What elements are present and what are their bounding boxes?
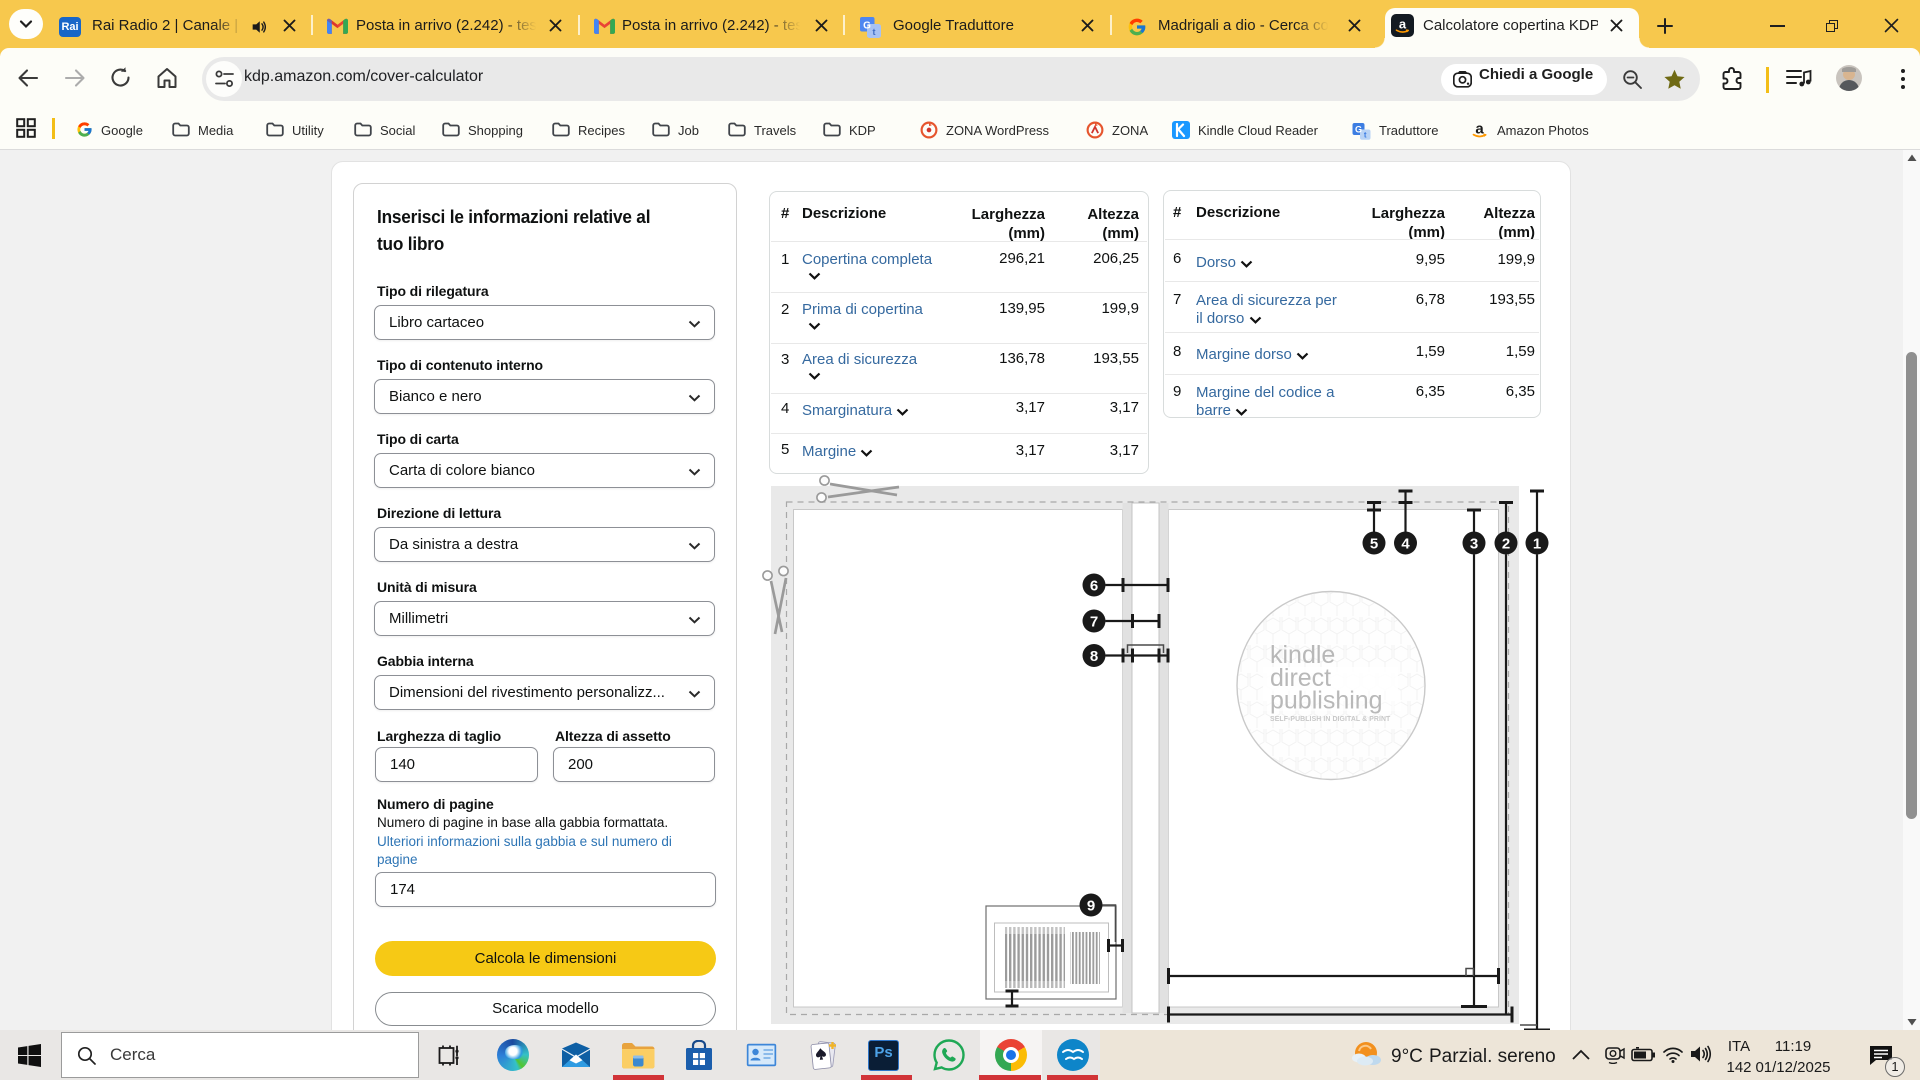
svg-text:4: 4: [1401, 536, 1410, 553]
svg-text:8: 8: [1090, 648, 1098, 665]
svg-text:9: 9: [1087, 898, 1095, 915]
svg-text:1: 1: [1533, 536, 1541, 553]
svg-text:G: G: [1355, 124, 1362, 134]
svg-text:5: 5: [1370, 536, 1378, 553]
svg-text:2: 2: [1502, 536, 1510, 553]
svg-text:publishing: publishing: [1270, 687, 1383, 715]
svg-text:G: G: [863, 20, 871, 31]
svg-text:6: 6: [1090, 578, 1098, 595]
svg-text:7: 7: [1090, 614, 1098, 631]
svg-text:3: 3: [1470, 536, 1478, 553]
svg-text:SELF-PUBLISH IN DIGITAL & PRIN: SELF-PUBLISH IN DIGITAL & PRINT: [1270, 716, 1391, 723]
svg-text:a: a: [1475, 121, 1484, 138]
svg-text:t: t: [873, 27, 876, 37]
svg-text:t: t: [1364, 131, 1367, 140]
svg-text:a: a: [1399, 17, 1407, 32]
